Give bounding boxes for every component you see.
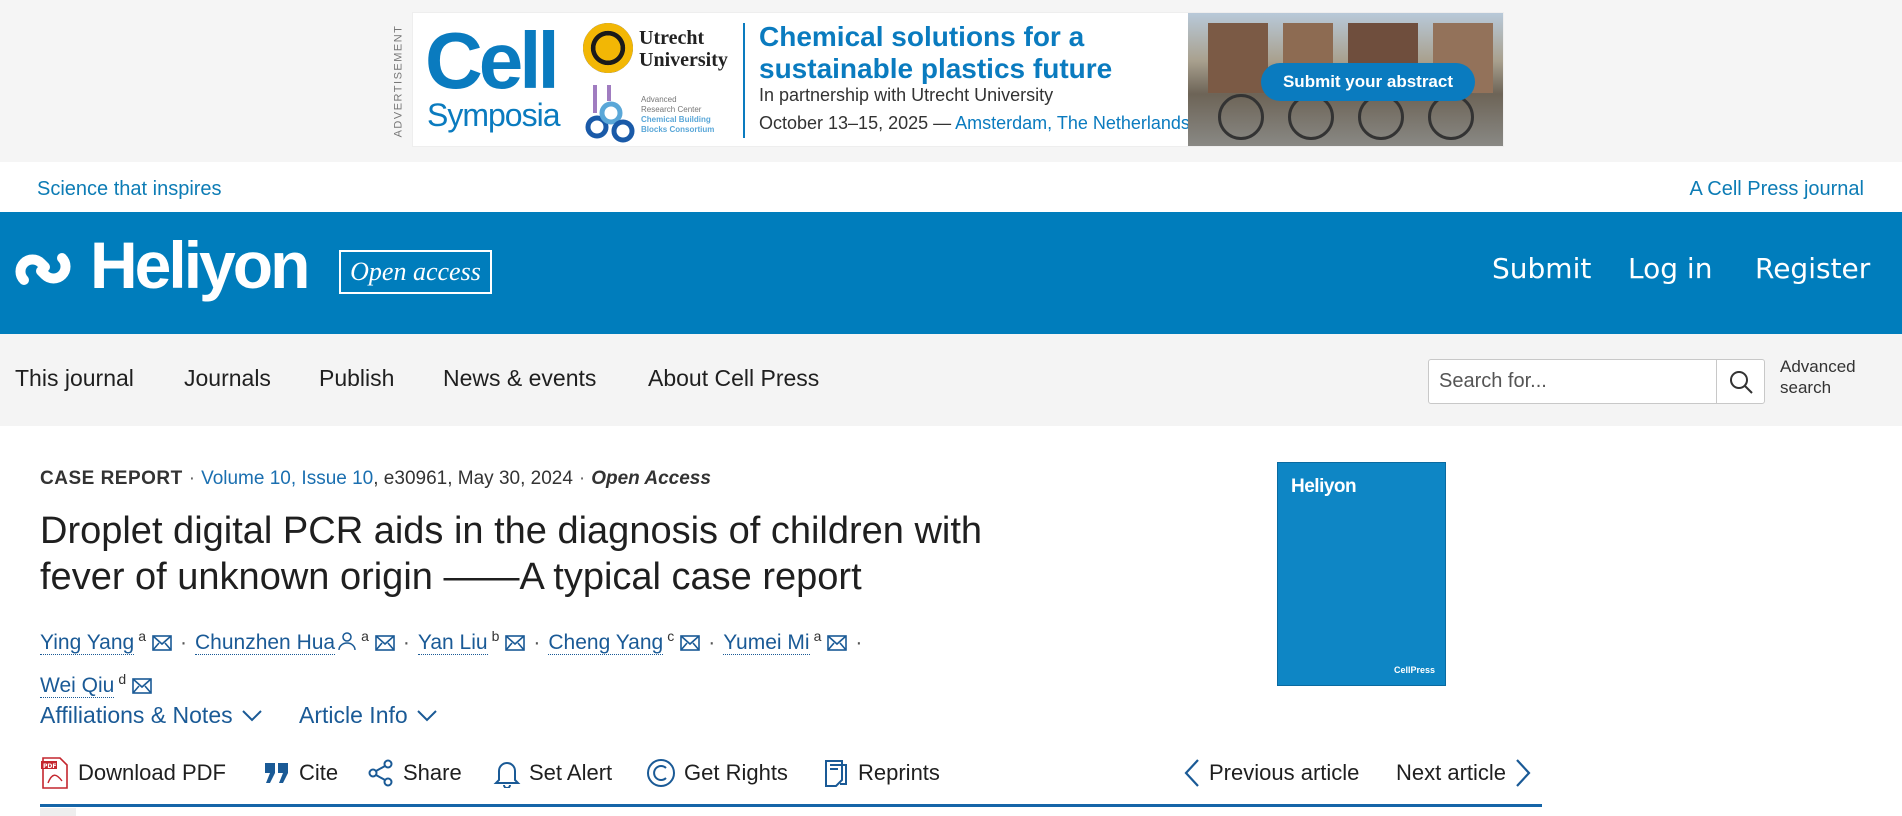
article-type: CASE REPORT (40, 468, 183, 489)
ad-date-location: October 13–15, 2025 — Amsterdam, The Net… (759, 113, 1190, 133)
author-item: Cheng Yang c (548, 628, 701, 655)
reprints-icon (825, 760, 847, 787)
utrecht-sun-logo-icon (583, 23, 633, 73)
article-meta: CASE REPORT · Volume 10, Issue 10, e30961,… (40, 468, 711, 489)
ad-headline: Chemical solutions for a sustainable pla… (759, 21, 1113, 84)
advertisement-banner[interactable]: Cell Symposia Utrecht University Advanced… (412, 12, 1504, 147)
cover-publisher: CellPress (1393, 665, 1435, 675)
advanced-search-link[interactable]: Advanced search (1780, 356, 1880, 398)
article-actions-bar: PDF Download PDF Cite Share Set Alert Ge… (40, 755, 1542, 805)
article-id-date: , e30961, May 30, 2024 (373, 468, 573, 489)
article-info-toggle[interactable]: Article Info (299, 702, 438, 729)
ad-divider (743, 23, 745, 138)
advertisement-band: ADVERTISEMENT Cell Symposia Utrecht Unive… (0, 0, 1902, 162)
email-icon[interactable] (132, 678, 152, 694)
get-rights-button[interactable]: Get Rights (646, 755, 788, 791)
set-alert-button[interactable]: Set Alert (493, 755, 612, 791)
author-link[interactable]: Yumei Mi (723, 631, 810, 655)
email-icon[interactable] (680, 635, 701, 651)
search-icon (1730, 370, 1753, 394)
chevron-down-icon (416, 709, 437, 721)
site-header: Heliyon Open access Submit Log in Regist… (0, 212, 1902, 334)
cover-title: Heliyon (1291, 476, 1357, 497)
login-link[interactable]: Log in (1628, 252, 1712, 285)
search-button[interactable] (1716, 360, 1765, 403)
actions-divider (40, 804, 1542, 807)
nav-about-cell-press[interactable]: About Cell Press (648, 365, 819, 392)
ad-subline: In partnership with Utrecht University (759, 85, 1054, 105)
author-link[interactable]: Yan Liu (417, 631, 488, 655)
author-item: Wei Qiu d (40, 671, 152, 698)
author-item: Yumei Mi a (723, 628, 848, 655)
email-icon[interactable] (375, 635, 395, 651)
symposia-text: Symposia (427, 97, 560, 133)
submit-abstract-button[interactable]: Submit your abstract (1261, 63, 1475, 101)
pdf-icon: PDF (41, 757, 68, 789)
volume-issue-link[interactable]: Volume 10, Issue 10 (201, 468, 373, 489)
share-button[interactable]: Share (367, 755, 462, 791)
journal-cover-image[interactable]: Heliyon CellPress (1277, 462, 1446, 686)
previous-article-link[interactable]: Previous article (1183, 755, 1359, 791)
author-link[interactable]: Cheng Yang (548, 631, 664, 655)
author-item: Ying Yang a (40, 628, 172, 655)
heliyon-logo-icon[interactable] (14, 240, 72, 298)
author-link[interactable]: Ying Yang (40, 631, 135, 655)
affiliations-notes-toggle[interactable]: Affiliations & Notes (40, 702, 263, 729)
email-icon[interactable] (152, 635, 172, 651)
author-link[interactable]: Chunzhen Hua (195, 631, 336, 655)
tagline-bar: Science that inspires A Cell Press journ… (0, 162, 1902, 212)
corresponding-author-icon (338, 632, 356, 651)
chevron-left-icon (1184, 759, 1199, 787)
tagline-science[interactable]: Science that inspires (37, 178, 222, 201)
content-edge (40, 808, 76, 816)
heliyon-logo[interactable]: Heliyon (90, 232, 310, 298)
open-access-badge: Open access (339, 250, 492, 294)
author-list: Ying Yang a · Chunzhen Hua a · Yan Liu b · Cheng … (40, 628, 863, 698)
nav-this-journal[interactable]: This journal (15, 365, 134, 392)
cell-symposia-logo: Cell (425, 16, 560, 105)
main-nav: This journal Journals Publish News & eve… (0, 334, 1902, 426)
email-icon[interactable] (827, 635, 848, 651)
svg-text:PDF: PDF (43, 763, 56, 770)
cite-button[interactable]: Cite (263, 755, 338, 791)
ad-label: ADVERTISEMENT (392, 24, 404, 137)
open-access-label: Open Access (591, 468, 711, 489)
next-article-link[interactable]: Next article (1396, 755, 1532, 791)
search-input[interactable] (1429, 360, 1716, 403)
register-link[interactable]: Register (1755, 252, 1870, 285)
chevron-down-icon (241, 709, 262, 721)
submit-link[interactable]: Submit (1492, 252, 1591, 285)
arc-cbbc-logo-icon (585, 85, 635, 143)
search-box (1428, 359, 1765, 404)
nav-journals[interactable]: Journals (184, 365, 271, 392)
nav-publish[interactable]: Publish (319, 365, 394, 392)
email-icon[interactable] (505, 635, 526, 651)
article-toggles: Affiliations & Notes Article Info (40, 702, 468, 729)
arc-cbbc-text: Advanced Research Center Chemical Buildi… (641, 95, 715, 134)
utrecht-university-text: Utrecht University (639, 27, 728, 71)
tagline-cell-press[interactable]: A Cell Press journal (1689, 178, 1864, 201)
download-pdf-button[interactable]: PDF Download PDF (40, 755, 226, 791)
bell-icon (493, 762, 521, 788)
article-title: Droplet digital PCR aids in the diagnosi… (40, 510, 983, 598)
chevron-right-icon (1516, 759, 1531, 787)
reprints-button[interactable]: Reprints (822, 755, 940, 791)
share-icon (368, 759, 393, 787)
nav-news-events[interactable]: News & events (443, 365, 596, 392)
author-item: Chunzhen Hua a (195, 628, 395, 655)
author-link[interactable]: Wei Qiu (40, 674, 115, 698)
quote-icon (265, 763, 288, 783)
author-item: Yan Liu b (417, 628, 526, 655)
copyright-icon (647, 759, 675, 787)
